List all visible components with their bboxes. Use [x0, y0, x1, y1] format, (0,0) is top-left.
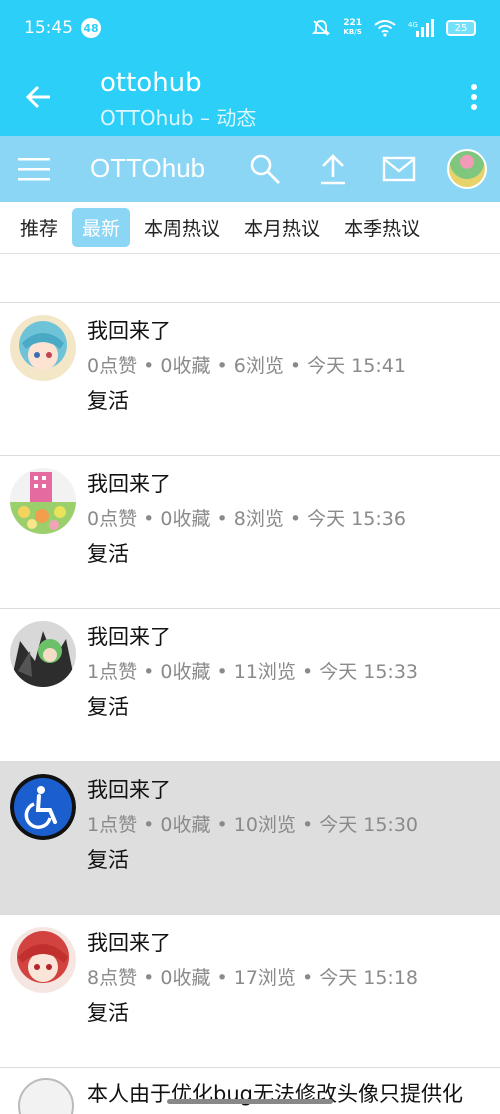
tab-recommended[interactable]: 推荐	[10, 208, 68, 247]
home-indicator[interactable]	[167, 1099, 333, 1104]
back-arrow-icon[interactable]	[24, 82, 54, 112]
tab-weekly-hot[interactable]: 本周热议	[134, 208, 230, 247]
list-item[interactable]: 我回来了 1点赞 • 0收藏 • 11浏览 • 今天 15:33 复活	[0, 609, 500, 762]
feed-tabs: 推荐 最新 本周热议 本月热议 本季热议	[0, 202, 500, 254]
post-body: 复活	[87, 389, 129, 413]
post-title[interactable]: 我回来了	[87, 927, 171, 957]
status-time: 15:45	[24, 18, 73, 38]
avatar[interactable]	[10, 468, 76, 534]
notification-count-badge: 48	[81, 18, 101, 38]
post-title[interactable]: 我回来了	[87, 315, 171, 345]
avatar[interactable]	[10, 621, 76, 687]
status-bar: 15:45 48 221 KB/S 4G 25	[0, 0, 500, 56]
avatar[interactable]	[18, 1078, 74, 1114]
list-item[interactable]: 我回来了 0点赞 • 0收藏 • 8浏览 • 今天 15:36 复活	[0, 456, 500, 609]
network-speed-value: 221	[343, 18, 362, 28]
cell-signal-icon: 4G	[408, 19, 434, 37]
avatar[interactable]	[10, 315, 76, 381]
post-meta: 0点赞 • 0收藏 • 6浏览 • 今天 15:41	[87, 355, 406, 377]
site-brand[interactable]: OTTOhub	[90, 153, 205, 184]
wifi-icon	[374, 20, 396, 37]
post-meta: 1点赞 • 0收藏 • 11浏览 • 今天 15:33	[87, 661, 419, 683]
search-icon[interactable]	[248, 152, 282, 186]
post-feed: 我回来了 0点赞 • 0收藏 • 6浏览 • 今天 15:41 复活 我回来了 …	[0, 255, 500, 1114]
post-meta: 1点赞 • 0收藏 • 10浏览 • 今天 15:30	[87, 814, 419, 836]
tab-monthly-hot[interactable]: 本月热议	[234, 208, 330, 247]
list-item[interactable]: 我回来了 1点赞 • 0收藏 • 10浏览 • 今天 15:30 复活	[0, 762, 500, 915]
svg-text:4G: 4G	[408, 21, 418, 29]
post-meta: 8点赞 • 0收藏 • 17浏览 • 今天 15:18	[87, 967, 419, 989]
upload-icon[interactable]	[316, 152, 350, 186]
post-title[interactable]: 我回来了	[87, 621, 171, 651]
avatar[interactable]	[10, 774, 76, 840]
user-avatar[interactable]	[447, 149, 487, 189]
more-options-icon[interactable]	[470, 84, 478, 110]
tab-latest[interactable]: 最新	[72, 208, 131, 247]
app-title: ottohub	[100, 68, 202, 98]
post-body: 复活	[87, 848, 129, 872]
post-body: 复活	[87, 695, 129, 719]
avatar[interactable]	[10, 927, 76, 993]
app-bar: ottohub OTTOhub – 动态	[0, 56, 500, 136]
network-speed: 221 KB/S	[343, 19, 362, 37]
list-item[interactable]: 我回来了 8点赞 • 0收藏 • 17浏览 • 今天 15:18 复活	[0, 915, 500, 1068]
site-toolbar: OTTOhub	[0, 136, 500, 202]
post-body: 复活	[87, 542, 129, 566]
tab-season-hot[interactable]: 本季热议	[334, 208, 430, 247]
list-item[interactable]: 我回来了 0点赞 • 0收藏 • 6浏览 • 今天 15:41 复活	[0, 303, 500, 456]
network-speed-unit: KB/S	[343, 28, 362, 36]
battery-indicator: 25	[446, 20, 476, 36]
list-item[interactable]: 本人由于优化bug无法修改头像只提供化	[0, 1068, 500, 1114]
mute-bell-icon	[312, 20, 331, 36]
post-meta: 0点赞 • 0收藏 • 8浏览 • 今天 15:36	[87, 508, 406, 530]
list-item[interactable]	[0, 255, 500, 303]
post-title[interactable]: 我回来了	[87, 468, 171, 498]
post-title[interactable]: 我回来了	[87, 774, 171, 804]
post-body: 复活	[87, 1001, 129, 1025]
hamburger-menu-icon[interactable]	[18, 156, 50, 182]
app-subtitle: OTTOhub – 动态	[100, 106, 257, 130]
mail-icon[interactable]	[382, 152, 416, 186]
